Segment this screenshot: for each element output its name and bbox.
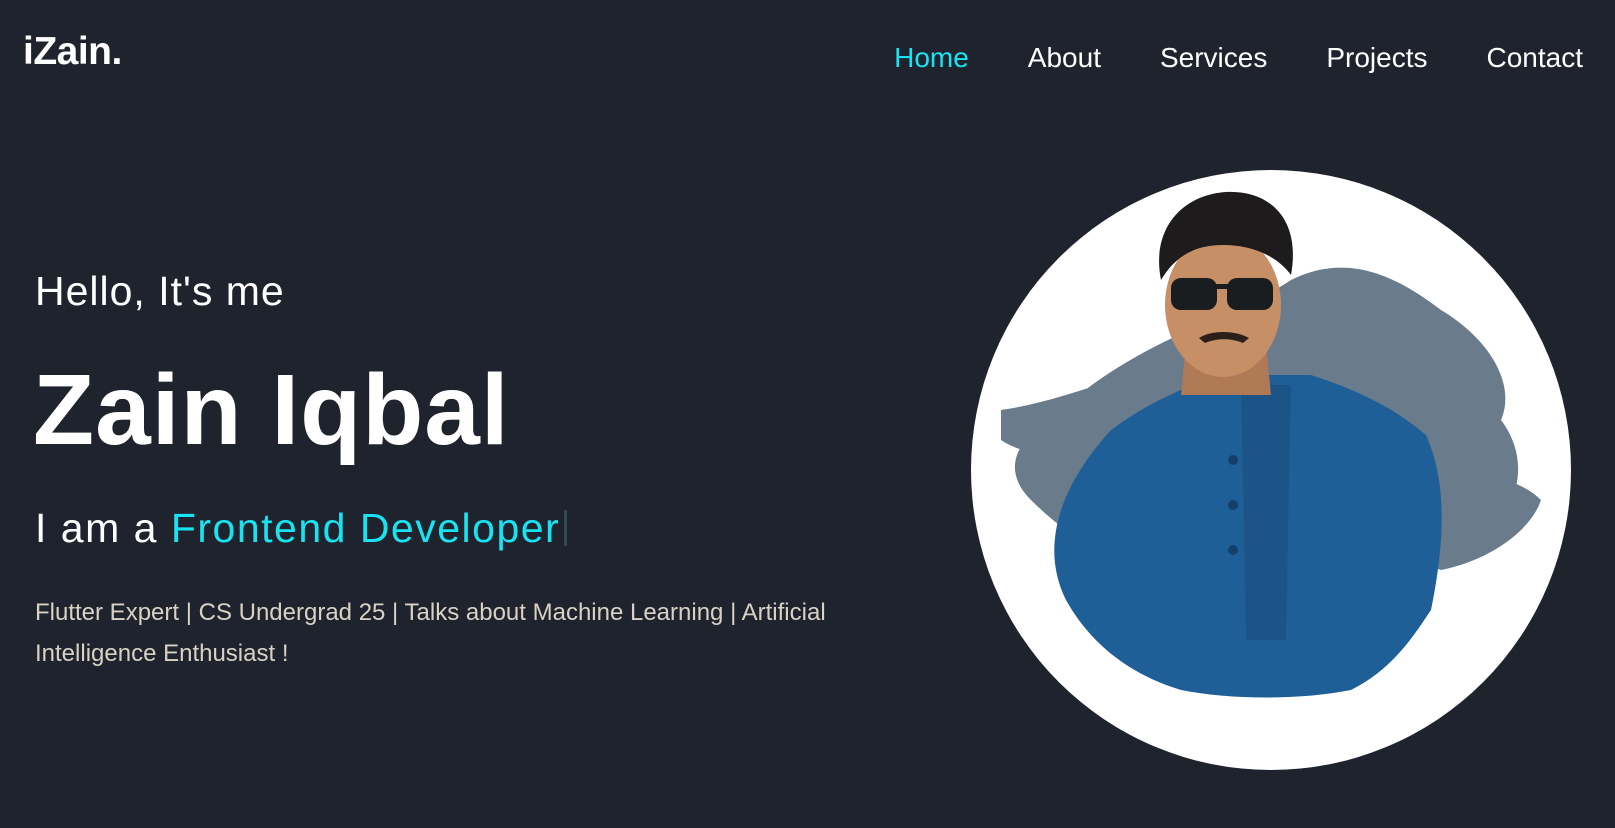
hero-greeting: Hello, It's me: [35, 268, 285, 314]
nav-projects[interactable]: Projects: [1326, 40, 1427, 76]
hero-role: I am a Frontend Developer: [35, 505, 568, 552]
site-logo[interactable]: iZain.: [23, 30, 122, 74]
profile-photo-illustration: [1001, 191, 1541, 698]
main-nav: Home About Services Projects Contact: [835, 40, 1583, 76]
portfolio-page: iZain. Home About Services Projects Cont…: [0, 0, 1615, 828]
sunglasses-bridge: [1215, 284, 1229, 289]
nav-services[interactable]: Services: [1160, 40, 1267, 76]
shirt-button: [1228, 500, 1238, 510]
role-highlight: Frontend Developer: [170, 505, 561, 551]
sunglasses-lens: [1227, 278, 1273, 310]
hero-bio: Flutter Expert | CS Undergrad 25 | Talks…: [35, 599, 826, 667]
nav-home[interactable]: Home: [894, 40, 969, 76]
hero-name: Zain Iqbal: [33, 354, 510, 466]
sunglasses-lens: [1171, 278, 1217, 310]
profile-photo: [971, 170, 1571, 770]
nav-about[interactable]: About: [1028, 40, 1101, 76]
role-prefix: I am a: [35, 505, 171, 551]
site-header: iZain. Home About Services Projects Cont…: [0, 0, 1615, 118]
shirt-button: [1228, 455, 1238, 465]
shirt-button: [1228, 545, 1238, 555]
shirt-shade: [1241, 385, 1291, 640]
nav-contact[interactable]: Contact: [1487, 40, 1584, 76]
typing-cursor: [564, 510, 568, 546]
